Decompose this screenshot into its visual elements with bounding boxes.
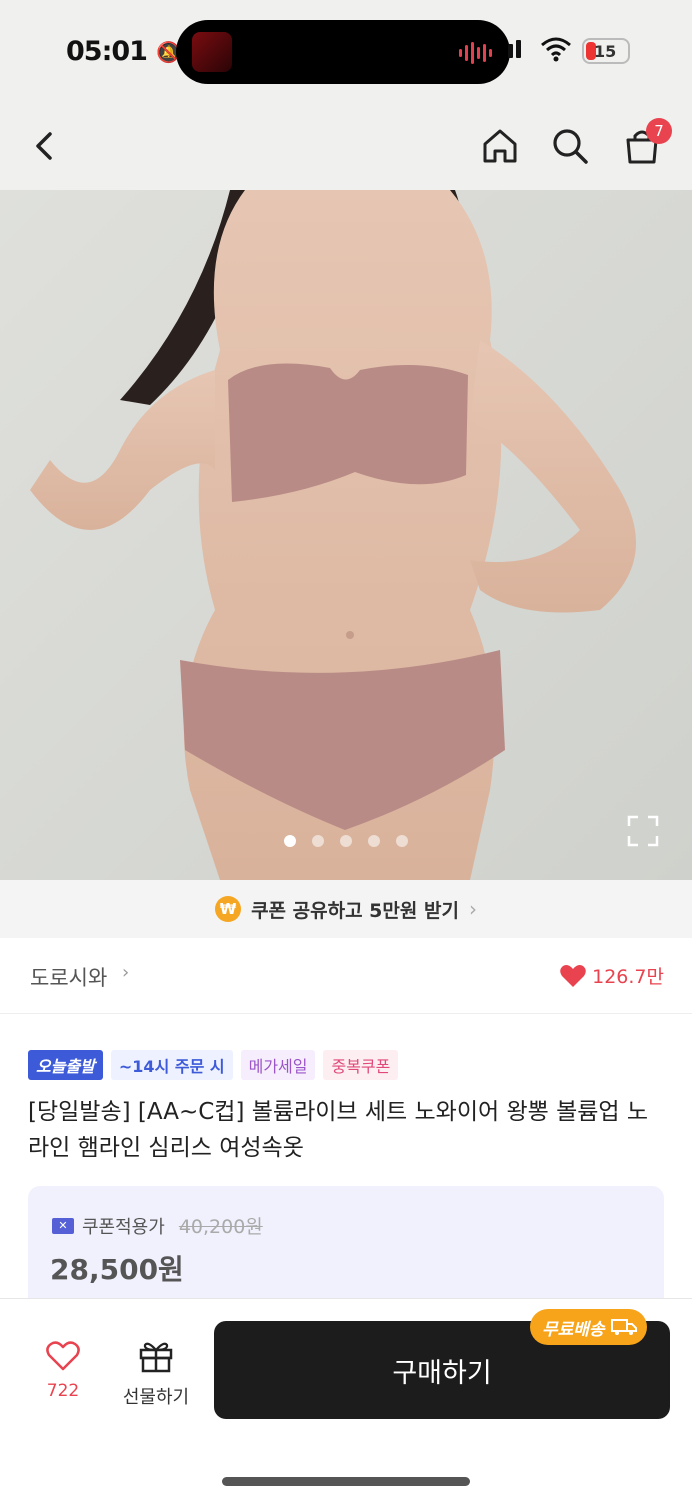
carousel-dot[interactable] xyxy=(312,835,324,847)
tag-double-coupon: 중복쿠폰 xyxy=(323,1050,399,1080)
search-button[interactable] xyxy=(548,124,592,168)
carousel-dot[interactable] xyxy=(396,835,408,847)
cart-count-badge: 7 xyxy=(646,118,672,144)
home-icon xyxy=(483,129,517,163)
battery-icon: 15 xyxy=(582,38,630,64)
chevron-right-icon: › xyxy=(468,897,477,921)
product-image-carousel[interactable] xyxy=(0,190,692,880)
carousel-dot[interactable] xyxy=(340,835,352,847)
free-shipping-label: 무료배송 xyxy=(542,1319,605,1340)
product-tags: 오늘출발 ~14시 주문 시 메가세일 중복쿠폰 xyxy=(28,1050,399,1080)
carousel-indicator xyxy=(0,835,692,847)
battery-level: 15 xyxy=(594,42,617,61)
chevron-right-icon: › xyxy=(122,962,130,983)
heart-outline-icon xyxy=(46,1341,80,1371)
coupon-price-label: 쿠폰적용가 xyxy=(82,1216,165,1238)
tag-order-cutoff: ~14시 주문 시 xyxy=(110,1050,233,1080)
wishlist-button[interactable]: 722 xyxy=(38,1341,88,1401)
brand-like-count: 126.7만 xyxy=(592,966,664,988)
status-time: 05:01 xyxy=(66,36,148,67)
home-button[interactable] xyxy=(478,124,522,168)
coupon-banner-text: 쿠폰 공유하고 5만원 받기 xyxy=(251,899,459,922)
back-button[interactable] xyxy=(24,124,68,168)
home-indicator[interactable] xyxy=(222,1477,470,1486)
brand-row: 도로시와 › 126.7만 xyxy=(0,938,692,1014)
delivery-truck-icon xyxy=(610,1319,637,1335)
won-coin-icon: ₩ xyxy=(215,896,242,922)
now-playing-artwork xyxy=(192,32,232,72)
carousel-dot[interactable] xyxy=(368,835,380,847)
coupon-ticket-icon: ✕ xyxy=(52,1217,74,1234)
fullscreen-icon xyxy=(627,815,659,847)
cart-button[interactable]: 7 xyxy=(620,118,672,168)
gift-icon xyxy=(139,1342,173,1373)
coupon-share-banner[interactable]: ₩ 쿠폰 공유하고 5만원 받기 › xyxy=(0,880,692,938)
dynamic-island[interactable] xyxy=(176,20,510,84)
gift-button[interactable]: 선물하기 xyxy=(114,1339,198,1409)
expand-image-button[interactable] xyxy=(626,814,660,852)
tag-mega-sale: 메가세일 xyxy=(240,1050,316,1080)
original-price: 40,200원 xyxy=(178,1216,263,1238)
cellular-signal-icon xyxy=(508,40,521,58)
product-photo xyxy=(0,190,692,880)
gift-label: 선물하기 xyxy=(122,1387,190,1408)
chevron-left-icon xyxy=(36,132,52,160)
wifi-icon xyxy=(540,36,572,66)
wishlist-count: 722 xyxy=(46,1381,80,1401)
brand-like-button[interactable]: 126.7만 xyxy=(560,962,664,989)
free-shipping-badge: 무료배송 xyxy=(530,1309,647,1345)
audio-wave-icon xyxy=(459,42,492,64)
bottom-action-bar: 722 선물하기 구매하기 무료배송 xyxy=(0,1298,692,1500)
sale-price: 28,500원 xyxy=(50,1253,184,1286)
tag-today-shipping: 오늘출발 xyxy=(28,1050,103,1080)
carousel-dot[interactable] xyxy=(284,835,296,847)
product-title: [당일발송] [AA~C컵] 볼륨라이브 세트 노와이어 왕뽕 볼륨업 노라인 … xyxy=(28,1099,649,1161)
status-bar: 05:01 🔕 15 xyxy=(0,0,692,104)
top-nav-bar: 7 xyxy=(0,104,692,190)
heart-filled-icon xyxy=(560,964,586,987)
search-icon xyxy=(553,129,588,164)
brand-name-link[interactable]: 도로시와 xyxy=(30,962,107,992)
